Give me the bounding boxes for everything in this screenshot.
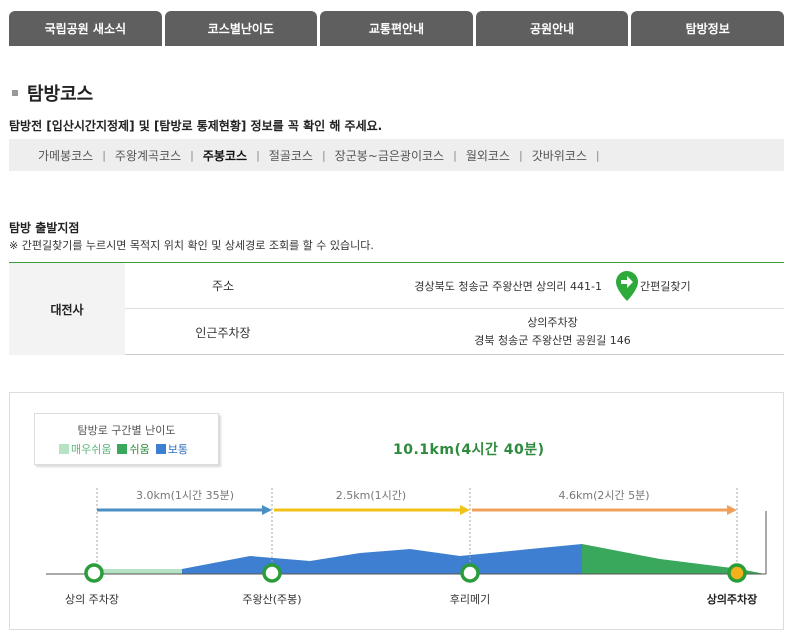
- map-pin-arrow-icon: [616, 270, 639, 301]
- parking-address: 경북 청송군 주왕산면 공원길 146: [474, 334, 631, 347]
- legend-normal: 보통: [155, 441, 188, 457]
- point-label-end: 상의주차장: [706, 593, 758, 606]
- course-item-janggunbong[interactable]: 장군봉~금은광이코스: [335, 147, 444, 164]
- tab-transportation[interactable]: 교통편안내: [320, 11, 473, 46]
- square-bullet-icon: [12, 90, 18, 96]
- course-item-gamebong[interactable]: 가메봉코스: [38, 147, 93, 164]
- page-title: 탐방코스: [12, 80, 93, 106]
- address-text: 경상북도 청송군 주왕산면 상의리 441-1: [414, 279, 603, 293]
- point-label-hurimegi: 후리메기: [449, 593, 491, 606]
- start-point-title: 탐방 출발지점: [9, 221, 80, 235]
- page-title-text: 탐방코스: [27, 84, 94, 105]
- legend-easy: 쉬움: [117, 441, 150, 457]
- difficulty-legend: 탐방로 구간별 난이도 매우쉬움 쉬움 보통: [34, 413, 219, 465]
- point-marker-jubong[interactable]: [262, 563, 282, 583]
- address-value: 경상북도 청송군 주왕산면 상의리 441-1 간편길찾기: [321, 263, 784, 308]
- parking-label: 인근주차장: [195, 325, 251, 340]
- route-diagram: 탐방로 구간별 난이도 매우쉬움 쉬움 보통 10.1km(4시간 40분) 3…: [9, 392, 784, 630]
- start-point-desc: ※ 간편길찾기를 누르시면 목적지 위치 확인 및 상세경로 조회를 할 수 있…: [9, 239, 374, 252]
- course-item-gatbawi[interactable]: 갓바위코스: [532, 147, 587, 164]
- parking-row: 인근주차장 상의주차장 경북 청송군 주왕산면 공원길 146: [125, 309, 784, 355]
- course-item-jubong[interactable]: 주봉코스: [203, 147, 247, 164]
- place-name: 대전사: [9, 263, 125, 355]
- point-marker-end[interactable]: [727, 563, 747, 583]
- legend-title: 탐방로 구간별 난이도: [77, 424, 176, 437]
- start-info-table: 대전사 주소 경상북도 청송군 주왕산면 상의리 441-1 간편길찾기 인근주…: [9, 262, 784, 355]
- parking-name: 상의주차장: [527, 316, 578, 329]
- course-item-juwang-valley[interactable]: 주왕계곡코스: [115, 147, 181, 164]
- notice-text: 탐방전 [입산시간지정제] 및 [탐방로 통제현황] 정보를 꼭 확인 해 주세…: [9, 119, 383, 133]
- profile-normal: [182, 544, 582, 574]
- segment-label-2: 2.5km(1시간): [332, 487, 410, 503]
- point-label-start: 상의 주차장: [64, 593, 120, 606]
- easy-route-label: 간편길찾기: [640, 279, 691, 293]
- point-label-jubong: 주왕산(주봉): [242, 593, 302, 606]
- address-label: 주소: [211, 279, 235, 293]
- course-item-woloe[interactable]: 월외코스: [466, 147, 510, 164]
- easy-route-button[interactable]: 간편길찾기: [616, 270, 691, 301]
- parking-value: 상의주차장 경북 청송군 주왕산면 공원길 146: [321, 309, 784, 355]
- legend-very-easy: 매우쉬움: [59, 441, 111, 457]
- point-marker-start[interactable]: [84, 563, 104, 583]
- total-distance: 10.1km(4시간 40분): [393, 442, 545, 458]
- point-marker-hurimegi[interactable]: [460, 563, 480, 583]
- course-subnav: 가메봉코스 | 주왕계곡코스 | 주봉코스 | 절골코스 | 장군봉~금은광이코스 | 월…: [9, 139, 784, 171]
- segment-label-3: 4.6km(2시간 5분): [555, 487, 653, 503]
- segment-label-1: 3.0km(1시간 35분): [132, 487, 238, 503]
- tab-park-news[interactable]: 국립공원 새소식: [9, 11, 162, 46]
- top-navigation: 국립공원 새소식 코스별난이도 교통편안내 공원안내 탐방정보: [9, 11, 784, 46]
- profile-very-easy: [92, 569, 182, 574]
- tab-visit-info[interactable]: 탐방정보: [631, 11, 784, 46]
- tab-course-difficulty[interactable]: 코스별난이도: [164, 11, 318, 46]
- course-item-jeolgol[interactable]: 절골코스: [269, 147, 313, 164]
- address-row: 주소 경상북도 청송군 주왕산면 상의리 441-1 간편길찾기: [125, 263, 784, 309]
- tab-park-info[interactable]: 공원안내: [475, 11, 629, 46]
